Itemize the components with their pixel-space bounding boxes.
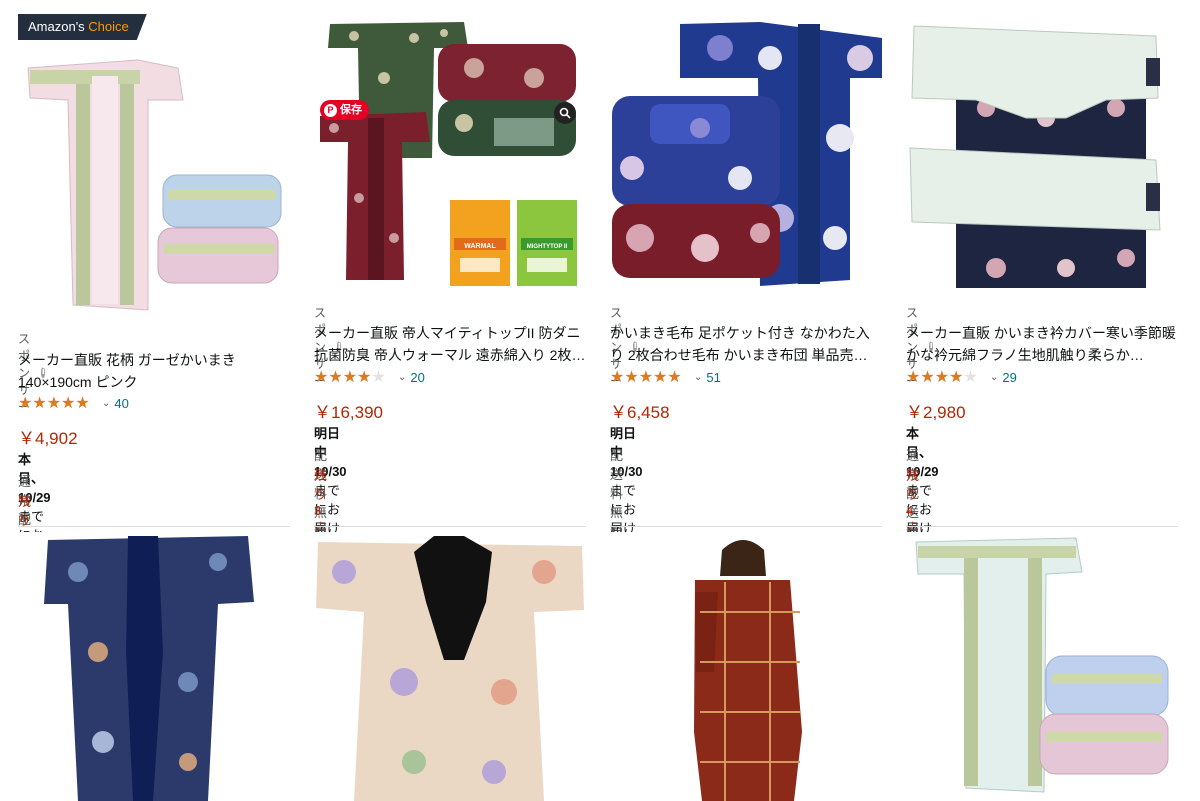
price[interactable]: ￥16,390 (314, 398, 383, 423)
row-divider (906, 526, 1178, 527)
star-rating-icon: ★★★★★★★★★★ (610, 367, 682, 386)
lens-search-icon[interactable] (554, 102, 576, 124)
rating[interactable]: ★★★★★★★★★★ ⌄ 29 (906, 369, 1017, 385)
review-count[interactable]: 29 (1002, 370, 1016, 385)
warmal-label: WARMAL (464, 243, 496, 250)
review-count[interactable]: 51 (706, 370, 720, 385)
price[interactable]: ￥2,980 (906, 398, 966, 423)
amazons-choice-badge: Amazon's Choice (18, 14, 147, 40)
product-image-5[interactable] (18, 532, 290, 801)
rating[interactable]: ★★★★★ ★★★★★ ⌄ 40 (18, 395, 129, 411)
price[interactable]: ￥6,458 (610, 398, 670, 423)
product-title[interactable]: かいまき毛布 足ポケット付き なかわた入り 2枚合わせ毛布 かいまき布団 単品売… (610, 322, 878, 366)
product-image-3[interactable] (610, 18, 882, 290)
product-image-4[interactable] (906, 18, 1178, 290)
product-image-7[interactable] (610, 532, 882, 801)
product-image-8[interactable] (906, 532, 1178, 801)
row-divider (610, 526, 882, 527)
row-divider (314, 526, 586, 527)
product-title[interactable]: メーカー直販 花柄 ガーゼかいまき 140×190cm ピンク (18, 349, 280, 393)
product-image-6[interactable] (314, 532, 586, 801)
pinterest-save-button[interactable]: P 保存 (320, 100, 369, 120)
chevron-down-icon: ⌄ (990, 371, 999, 383)
star-rating-icon: ★★★★★★★★★★ (18, 393, 90, 412)
price[interactable]: ￥4,902 (18, 424, 78, 449)
review-count[interactable]: 40 (114, 396, 128, 411)
chevron-down-icon: ⌄ (102, 397, 111, 409)
rating[interactable]: ★★★★★★★★★★ ⌄ 20 (314, 369, 425, 385)
row-divider (18, 526, 290, 527)
product-image-1[interactable] (18, 40, 290, 322)
mightytop-label: MIGHTYTOP II (527, 244, 568, 250)
product-title[interactable]: メーカー直販 かいまき衿カバー寒い季節暖かな衿元綿フラノ生地肌触り柔らか… (906, 322, 1178, 366)
chevron-down-icon: ⌄ (694, 371, 703, 383)
product-image-2[interactable]: WARMAL MIGHTYTOP II (314, 18, 586, 290)
star-rating-icon: ★★★★★★★★★★ (906, 367, 978, 386)
review-count[interactable]: 20 (410, 370, 424, 385)
rating[interactable]: ★★★★★ ★★★★★ ⌄ 51 (610, 369, 721, 385)
chevron-down-icon: ⌄ (398, 371, 407, 383)
product-title[interactable]: メーカー直販 帝人マイティトップII 防ダニ 抗菌防臭 帝人ウォーマル 遠赤綿入… (314, 322, 586, 366)
pinterest-icon: P (324, 103, 337, 117)
star-rating-icon: ★★★★★★★★★★ (314, 367, 386, 386)
